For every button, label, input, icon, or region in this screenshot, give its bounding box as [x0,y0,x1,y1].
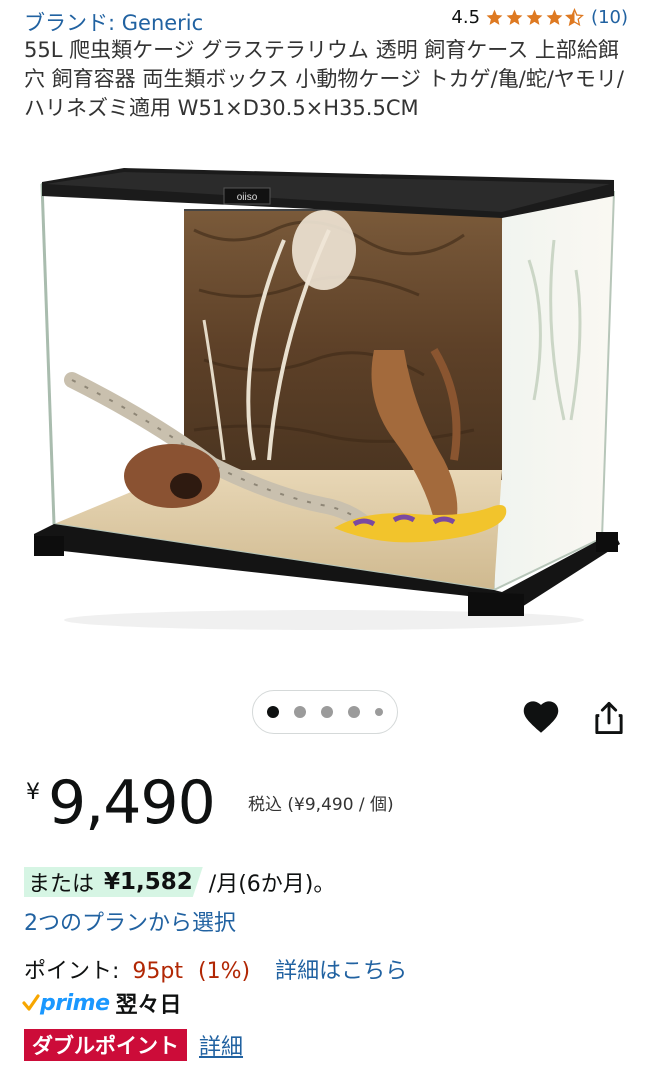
star-icon [506,9,523,25]
carousel-dot-active[interactable] [267,706,279,718]
prime-delivery-row: prime 翌々日 [22,986,182,1020]
installment-badge: または ¥1,582 [24,867,203,897]
points-value: 95pt [132,959,184,984]
rating[interactable]: 4.5 (10) [451,7,628,28]
points-label: ポイント: [24,959,120,984]
prime-logo: prime [22,990,110,1016]
rating-count[interactable]: (10) [591,7,628,28]
badge-detail-link[interactable]: 詳細 [199,1029,243,1061]
price-currency-symbol: ¥ [26,780,40,805]
brand-rating-row: ブランド: Generic 4.5 (10) [24,6,628,37]
double-point-badge: ダブルポイント [24,1029,187,1061]
tax-note: 税込 (¥9,490 / 個) [248,795,394,815]
star-icon [526,9,543,25]
star-icon [486,9,503,25]
price-block: ¥ 9,490 税込 (¥9,490 / 個) [24,768,624,840]
product-image[interactable]: oiiso [24,140,628,680]
share-button[interactable] [590,698,628,738]
rating-stars [485,8,585,27]
brand-link[interactable]: ブランド: Generic [24,7,203,37]
image-carousel-dots[interactable] [252,690,398,734]
installment-plans-link[interactable]: 2つのプランから選択 [24,905,236,937]
rating-value: 4.5 [451,7,481,28]
carousel-dot[interactable] [375,708,383,716]
points-percent: (1%) [198,959,251,984]
product-title: 55L 爬虫類ケージ グラステラリウム 透明 飼育ケース 上部給餌穴 飼育容器 … [24,38,624,120]
share-icon [595,701,623,735]
prime-check-icon [22,994,40,1011]
prime-label: prime [40,990,110,1016]
installment-period: /月(6か月)。 [208,872,336,897]
installment-prefix: または [28,872,95,897]
terrarium-illustration: oiiso [34,168,620,630]
installment-amount: ¥1,582 [104,869,193,895]
points-detail-link[interactable]: 詳細はこちら [275,959,407,984]
price-amount: 9,490 [48,768,216,838]
heart-icon [523,701,559,733]
installment-row: または ¥1,582 /月(6か月)。 [24,866,335,898]
wishlist-button[interactable] [520,696,562,738]
carousel-dot[interactable] [321,706,333,718]
promo-badge-row: ダブルポイント 詳細 [24,1028,243,1062]
points-row: ポイント: 95pt (1%) 詳細はこちら [24,953,407,985]
delivery-day: 翌々日 [115,993,182,1018]
carousel-dot[interactable] [294,706,306,718]
carousel-dot[interactable] [348,706,360,718]
brand-plate-text: oiiso [237,192,258,203]
star-icon [546,9,563,25]
star-half-icon [565,8,585,27]
